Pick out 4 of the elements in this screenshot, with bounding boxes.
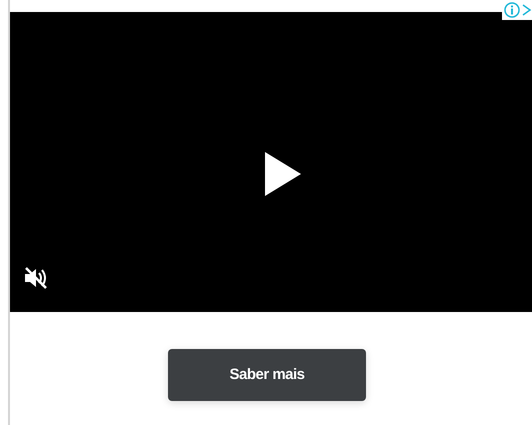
play-icon[interactable]	[265, 152, 301, 196]
learn-more-button[interactable]: Saber mais	[168, 349, 366, 401]
info-icon[interactable]	[504, 2, 520, 18]
muted-speaker-icon[interactable]	[24, 267, 48, 289]
